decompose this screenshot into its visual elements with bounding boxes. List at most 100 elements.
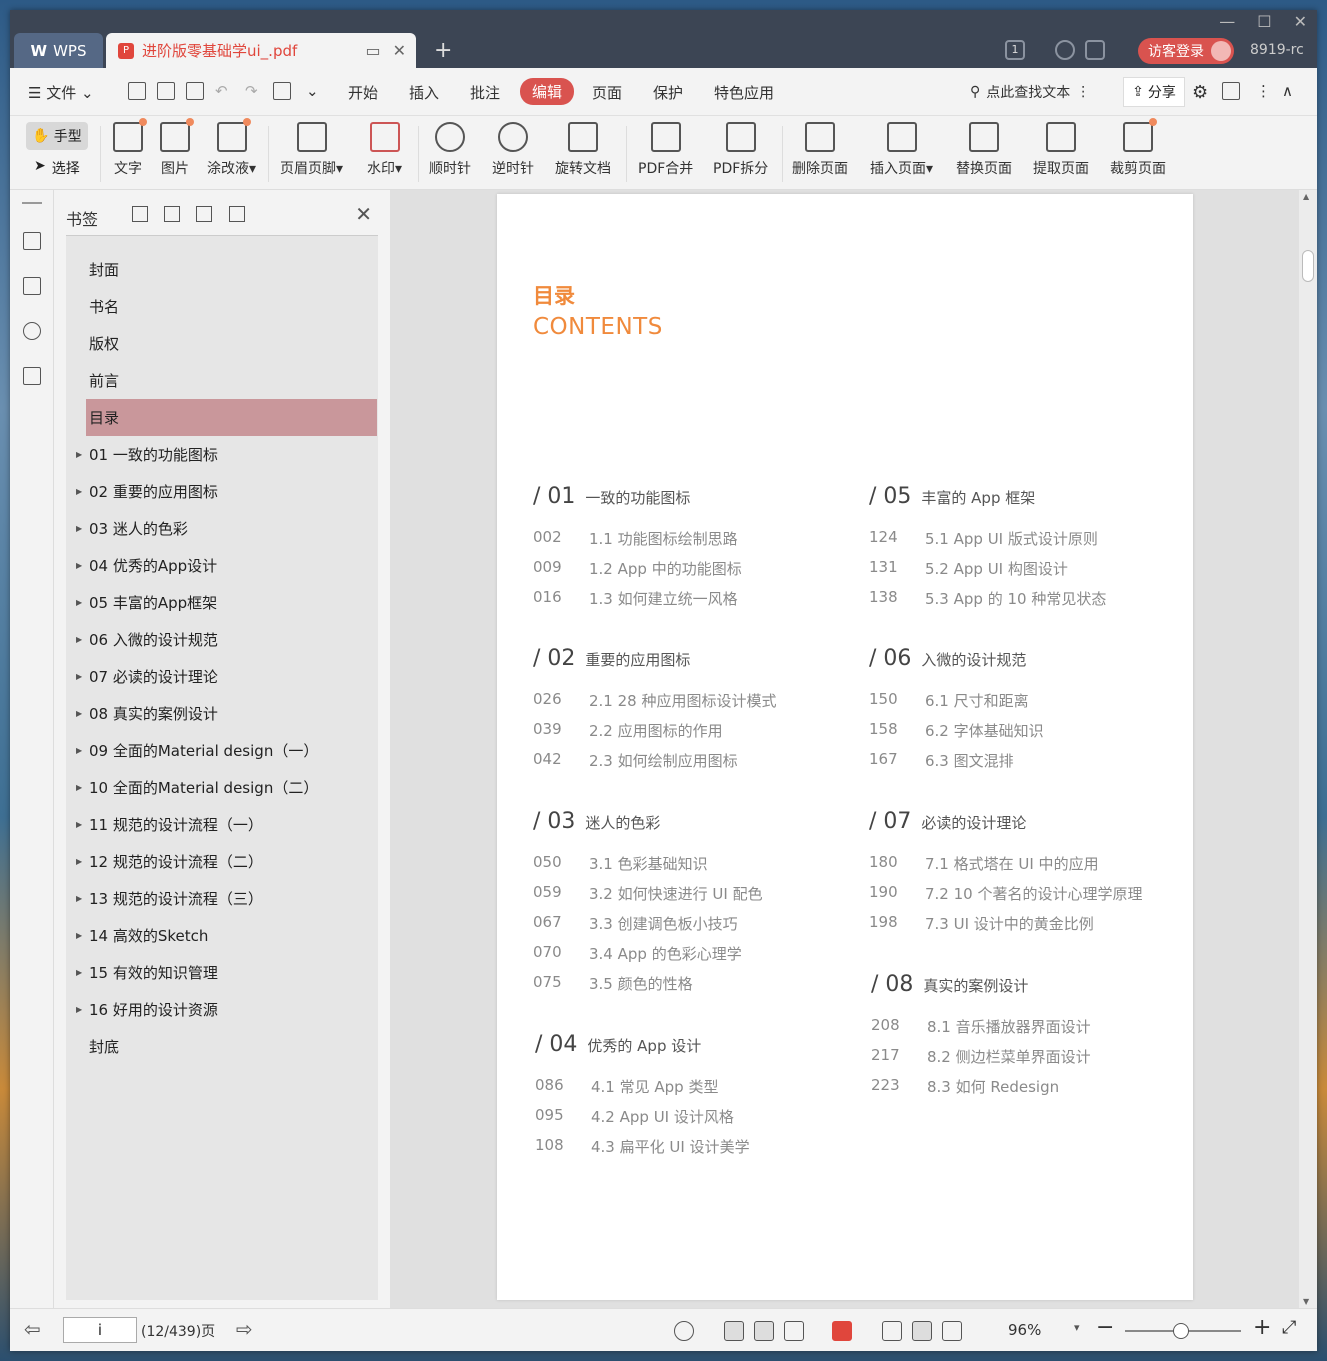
bookmark-item[interactable]: 封面: [66, 251, 378, 288]
document-viewport[interactable]: 目录 CONTENTS / 01 一致的功能图标 002 1.1 功能图标绘制思路 00…: [390, 190, 1317, 1308]
settings-gear-icon[interactable]: ⚙: [1192, 82, 1208, 103]
vertical-scrollbar[interactable]: ▲ ▼: [1299, 190, 1317, 1308]
fit-width-icon[interactable]: [942, 1321, 962, 1341]
bookmark-item[interactable]: ▶ 15 有效的知识管理: [66, 954, 378, 991]
expand-caret-icon[interactable]: ▶: [76, 672, 82, 681]
menu-start[interactable]: 开始: [348, 82, 378, 103]
tool-crop-page[interactable]: 裁剪页面: [1110, 118, 1166, 178]
expand-all-icon[interactable]: [132, 206, 148, 222]
collapse-ribbon-icon[interactable]: ∧: [1282, 82, 1293, 100]
guest-login-button[interactable]: 访客登录: [1138, 38, 1234, 64]
expand-caret-icon[interactable]: ▶: [76, 857, 82, 866]
fit-page-icon[interactable]: [912, 1321, 932, 1341]
toc-section-row[interactable]: 217 8.2 侧边栏菜单界面设计: [871, 1046, 1191, 1076]
toc-section-row[interactable]: 208 8.1 音乐播放器界面设计: [871, 1016, 1191, 1046]
toc-chapter-heading[interactable]: / 06 入微的设计规范: [869, 646, 1189, 690]
toc-section-row[interactable]: 086 4.1 常见 App 类型: [535, 1076, 855, 1106]
toc-section-row[interactable]: 002 1.1 功能图标绘制思路: [533, 528, 853, 558]
tool-extract-page[interactable]: 提取页面: [1033, 122, 1089, 178]
expand-caret-icon[interactable]: ▶: [76, 894, 82, 903]
tab-pin-icon[interactable]: ▭: [365, 41, 380, 60]
close-window-icon[interactable]: ✕: [1294, 12, 1307, 31]
tool-rotate-ccw[interactable]: 逆时针: [492, 122, 534, 178]
expand-caret-icon[interactable]: ▶: [76, 598, 82, 607]
bookmark-item[interactable]: ▶ 09 全面的Material design（一）: [66, 732, 378, 769]
zoom-slider-knob[interactable]: [1173, 1323, 1189, 1339]
expand-caret-icon[interactable]: ▶: [76, 1005, 82, 1014]
tool-rotate-cw[interactable]: 顺时针: [429, 122, 471, 178]
bookmark-options-icon[interactable]: [229, 206, 245, 222]
bookmark-item[interactable]: ▶ 01 一致的功能图标: [66, 436, 378, 473]
toc-section-row[interactable]: 039 2.2 应用图标的作用: [533, 720, 853, 750]
eye-protection-icon[interactable]: [674, 1321, 694, 1341]
file-menu[interactable]: ☰ 文件 ⌄: [28, 82, 94, 103]
bookmark-item[interactable]: 封底: [66, 1028, 378, 1065]
message-icon[interactable]: [1222, 82, 1240, 100]
expand-caret-icon[interactable]: ▶: [76, 783, 82, 792]
redo-icon[interactable]: ↷: [245, 82, 258, 100]
toc-section-row[interactable]: 016 1.3 如何建立统一风格: [533, 588, 853, 618]
toc-section-row[interactable]: 131 5.2 App UI 构图设计: [869, 558, 1189, 588]
bookmark-item[interactable]: ▶ 14 高效的Sketch: [66, 917, 378, 954]
zoom-in-icon[interactable]: +: [1253, 1315, 1271, 1340]
bookmark-item[interactable]: ▶ 07 必读的设计理论: [66, 658, 378, 695]
actual-size-icon[interactable]: [882, 1321, 902, 1341]
toc-chapter-heading[interactable]: / 04 优秀的 App 设计: [535, 1032, 855, 1076]
wps-home-tab[interactable]: W WPS: [14, 33, 103, 68]
export-icon[interactable]: [273, 82, 291, 100]
expand-caret-icon[interactable]: ▶: [76, 635, 82, 644]
more-vertical-icon[interactable]: ⋮: [1076, 84, 1090, 100]
toc-section-row[interactable]: 158 6.2 字体基础知识: [869, 720, 1189, 750]
tool-header-footer[interactable]: 页眉页脚▾: [280, 122, 343, 178]
toc-section-row[interactable]: 026 2.1 28 种应用图标设计模式: [533, 690, 853, 720]
document-tab[interactable]: P 进阶版零基础学ui_.pdf ▭ ✕: [106, 33, 416, 68]
single-page-icon[interactable]: [754, 1321, 774, 1341]
toc-chapter-heading[interactable]: / 08 真实的案例设计: [871, 972, 1191, 1016]
menu-edit[interactable]: 编辑: [520, 78, 575, 105]
bookmark-item[interactable]: ▶ 08 真实的案例设计: [66, 695, 378, 732]
bookmark-item[interactable]: 版权: [66, 325, 378, 362]
zoom-level[interactable]: 96%: [1008, 1321, 1041, 1339]
skin-icon[interactable]: [1085, 40, 1105, 60]
toc-section-row[interactable]: 075 3.5 颜色的性格: [533, 973, 853, 1003]
bookmark-item[interactable]: 目录: [86, 399, 377, 436]
toc-section-row[interactable]: 167 6.3 图文混排: [869, 750, 1189, 780]
new-tab-plus-icon[interactable]: +: [434, 38, 452, 63]
toc-section-row[interactable]: 180 7.1 格式塔在 UI 中的应用: [869, 853, 1189, 883]
toc-chapter-heading[interactable]: / 02 重要的应用图标: [533, 646, 853, 690]
menu-insert[interactable]: 插入: [409, 82, 439, 103]
bookmark-item[interactable]: ▶ 03 迷人的色彩: [66, 510, 378, 547]
expand-caret-icon[interactable]: ▶: [76, 561, 82, 570]
undo-icon[interactable]: ↶: [215, 82, 228, 100]
toc-section-row[interactable]: 223 8.3 如何 Redesign: [871, 1076, 1191, 1106]
expand-caret-icon[interactable]: ▶: [76, 968, 82, 977]
bookmark-item[interactable]: ▶ 11 规范的设计流程（一）: [66, 806, 378, 843]
toc-section-row[interactable]: 070 3.4 App 的色彩心理学: [533, 943, 853, 973]
menu-special[interactable]: 特色应用: [714, 82, 774, 103]
toc-section-row[interactable]: 059 3.2 如何快速进行 UI 配色: [533, 883, 853, 913]
bookmark-item[interactable]: ▶ 04 优秀的App设计: [66, 547, 378, 584]
toc-section-row[interactable]: 124 5.1 App UI 版式设计原则: [869, 528, 1189, 558]
page-number-input[interactable]: i: [63, 1317, 137, 1343]
expand-caret-icon[interactable]: ▶: [76, 820, 82, 829]
prev-page-icon[interactable]: ⇦: [24, 1317, 41, 1341]
toc-section-row[interactable]: 198 7.3 UI 设计中的黄金比例: [869, 913, 1189, 943]
scroll-thumb[interactable]: [1302, 250, 1314, 282]
bookmark-item[interactable]: ▶ 06 入微的设计规范: [66, 621, 378, 658]
tool-correction[interactable]: 涂改液▾: [207, 118, 256, 178]
tab-close-icon[interactable]: ✕: [393, 41, 406, 60]
bookmark-item[interactable]: 前言: [66, 362, 378, 399]
bookmark-item[interactable]: ▶ 05 丰富的App框架: [66, 584, 378, 621]
next-page-icon[interactable]: ⇨: [236, 1317, 253, 1341]
tool-text[interactable]: 文字: [113, 118, 147, 178]
zoom-slider[interactable]: [1125, 1323, 1241, 1339]
toc-section-row[interactable]: 067 3.3 创建调色板小技巧: [533, 913, 853, 943]
tool-watermark[interactable]: 水印▾: [367, 122, 402, 178]
toc-section-row[interactable]: 108 4.3 扁平化 UI 设计美学: [535, 1136, 855, 1166]
add-bookmark-icon[interactable]: [196, 206, 212, 222]
quick-access-dropdown-icon[interactable]: ⌄: [306, 82, 319, 100]
expand-caret-icon[interactable]: ▶: [76, 746, 82, 755]
expand-caret-icon[interactable]: ▶: [76, 931, 82, 940]
continuous-view-icon[interactable]: [724, 1321, 744, 1341]
tool-pdf-split[interactable]: PDF拆分: [713, 122, 768, 178]
